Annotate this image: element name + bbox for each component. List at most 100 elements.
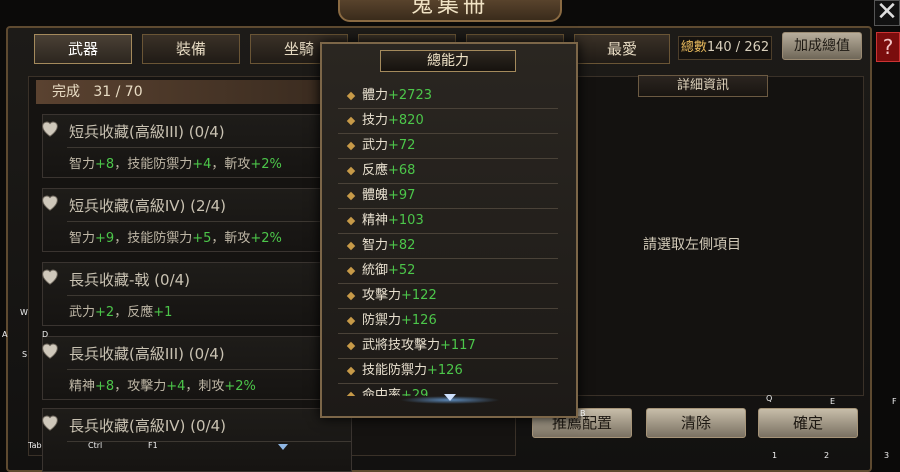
stat-row: 體魄+97	[338, 184, 558, 209]
collection-bonus: 智力+9，技能防禦力+5，斬攻+2%	[69, 227, 282, 246]
stat-name: 命中率	[362, 388, 402, 396]
stat-row: 智力+82	[338, 234, 558, 259]
hotkey-b: B	[580, 409, 586, 418]
bonus-text: 精神	[69, 379, 96, 394]
collection-card[interactable]: 長兵收藏-戟 (0/4) 武力+2，反應+1	[42, 262, 352, 326]
bonus-text: ，反應	[114, 305, 154, 320]
stat-value: +126	[427, 363, 463, 378]
window-title: 鬼集冊	[338, 0, 562, 22]
hotkey-s: S	[22, 350, 28, 359]
heart-icon[interactable]	[39, 265, 61, 287]
heart-icon[interactable]	[39, 339, 61, 361]
hotkey-q: Q	[766, 394, 773, 403]
total-count-value: 140 / 262	[706, 40, 770, 55]
card-divider	[67, 441, 351, 442]
stat-row: 統御+52	[338, 259, 558, 284]
bonus-text: 智力	[69, 157, 96, 172]
collection-card[interactable]: 長兵收藏(高級IV) (0/4)	[42, 408, 352, 472]
progress-value: 31 / 70	[93, 84, 143, 100]
hotkey-e: E	[830, 397, 836, 406]
scroll-down-icon[interactable]	[444, 394, 456, 401]
collection-title: 短兵收藏(高級IV) (2/4)	[69, 197, 227, 215]
stat-name: 反應	[362, 163, 389, 178]
collection-card[interactable]: 長兵收藏(高級III) (0/4) 精神+8，攻擊力+4，刺攻+2%	[42, 336, 352, 400]
bonus-value: +4	[166, 379, 186, 394]
bonus-value: +2	[95, 305, 115, 320]
stat-name: 智力	[362, 238, 389, 253]
stat-name: 精神	[362, 213, 389, 228]
confirm-button[interactable]: 確定	[758, 408, 858, 438]
stat-row: 體力+2723	[338, 84, 558, 109]
bonus-value: +8	[95, 379, 115, 394]
card-divider	[67, 147, 351, 148]
stat-name: 統御	[362, 263, 389, 278]
stat-value: +68	[388, 163, 416, 178]
hotkey-1: 1	[772, 451, 778, 460]
collection-bonus: 智力+8，技能防禦力+4，斬攻+2%	[69, 153, 282, 172]
stat-row: 技力+820	[338, 109, 558, 134]
bonus-value: +5	[192, 231, 212, 246]
bonus-text: ，斬攻	[211, 157, 251, 172]
bonus-value: +2%	[224, 379, 256, 394]
stat-name: 攻擊力	[362, 288, 402, 303]
stat-name: 技能防禦力	[362, 363, 428, 378]
stat-row: 防禦力+126	[338, 309, 558, 334]
popup-title: 總能力	[380, 50, 516, 72]
stats-list[interactable]: 體力+2723 技力+820 武力+72 反應+68 體魄+97 精神+103 智力+82 統…	[338, 84, 558, 396]
bonus-value: +4	[192, 157, 212, 172]
tab-weapons[interactable]: 武器	[34, 34, 132, 64]
tab-equipment[interactable]: 裝備	[142, 34, 240, 64]
collection-bonus: 武力+2，反應+1	[69, 301, 172, 320]
hotkey-2: 2	[824, 451, 830, 460]
detail-title: 詳細資訊	[638, 75, 768, 97]
heart-icon[interactable]	[39, 191, 61, 213]
collection-title: 長兵收藏(高級III) (0/4)	[69, 345, 225, 363]
total-count-label: 總數	[680, 40, 707, 55]
stat-row: 反應+68	[338, 159, 558, 184]
stat-name: 武力	[362, 138, 389, 153]
bonus-value: +1	[153, 305, 173, 320]
stat-value: +2723	[388, 88, 432, 103]
total-count: 總數140 / 262	[678, 36, 772, 60]
collection-card[interactable]: 短兵收藏(高級IV) (2/4) 智力+9，技能防禦力+5，斬攻+2%	[42, 188, 352, 252]
stat-row: 技能防禦力+126	[338, 359, 558, 384]
heart-icon[interactable]	[39, 411, 61, 433]
stat-value: +52	[388, 263, 416, 278]
hotkey-w: W	[20, 308, 28, 317]
hotkey-a: A	[2, 330, 8, 339]
stat-name: 體力	[362, 88, 389, 103]
help-icon[interactable]: ?	[876, 32, 900, 62]
bonus-value: +9	[95, 231, 115, 246]
hotkey-3: 3	[884, 451, 890, 460]
stat-value: +122	[401, 288, 437, 303]
progress-label: 完成	[52, 84, 80, 100]
clear-button[interactable]: 清除	[646, 408, 746, 438]
stat-value: +117	[440, 338, 476, 353]
stat-name: 體魄	[362, 188, 389, 203]
bonus-text: ，斬攻	[211, 231, 251, 246]
list-scroll-down-icon[interactable]	[278, 444, 288, 450]
stat-row: 攻擊力+122	[338, 284, 558, 309]
stat-value: +97	[388, 188, 416, 203]
stat-name: 武將技攻擊力	[362, 338, 441, 353]
collection-title: 短兵收藏(高級III) (0/4)	[69, 123, 225, 141]
bonus-text: ，技能防禦力	[114, 231, 193, 246]
stat-row: 武將技攻擊力+117	[338, 334, 558, 359]
collection-title: 長兵收藏(高級IV) (0/4)	[69, 417, 227, 435]
close-icon[interactable]: ✕	[874, 0, 900, 26]
bonus-text: ，攻擊力	[114, 379, 167, 394]
stat-value: +29	[401, 388, 429, 396]
stat-value: +126	[401, 313, 437, 328]
tab-favorites[interactable]: 最愛	[574, 34, 670, 64]
collection-title: 長兵收藏-戟 (0/4)	[69, 271, 191, 289]
bonus-value: +2%	[250, 157, 282, 172]
heart-icon[interactable]	[39, 117, 61, 139]
stat-name: 防禦力	[362, 313, 402, 328]
stat-name: 技力	[362, 113, 389, 128]
bonus-text: 武力	[69, 305, 96, 320]
collection-card[interactable]: 短兵收藏(高級III) (0/4) 智力+8，技能防禦力+4，斬攻+2%	[42, 114, 352, 178]
bonus-text: 智力	[69, 231, 96, 246]
bonus-value: +8	[95, 157, 115, 172]
sum-bonus-button[interactable]: 加成總值	[782, 32, 862, 60]
bonus-text: ，刺攻	[185, 379, 225, 394]
